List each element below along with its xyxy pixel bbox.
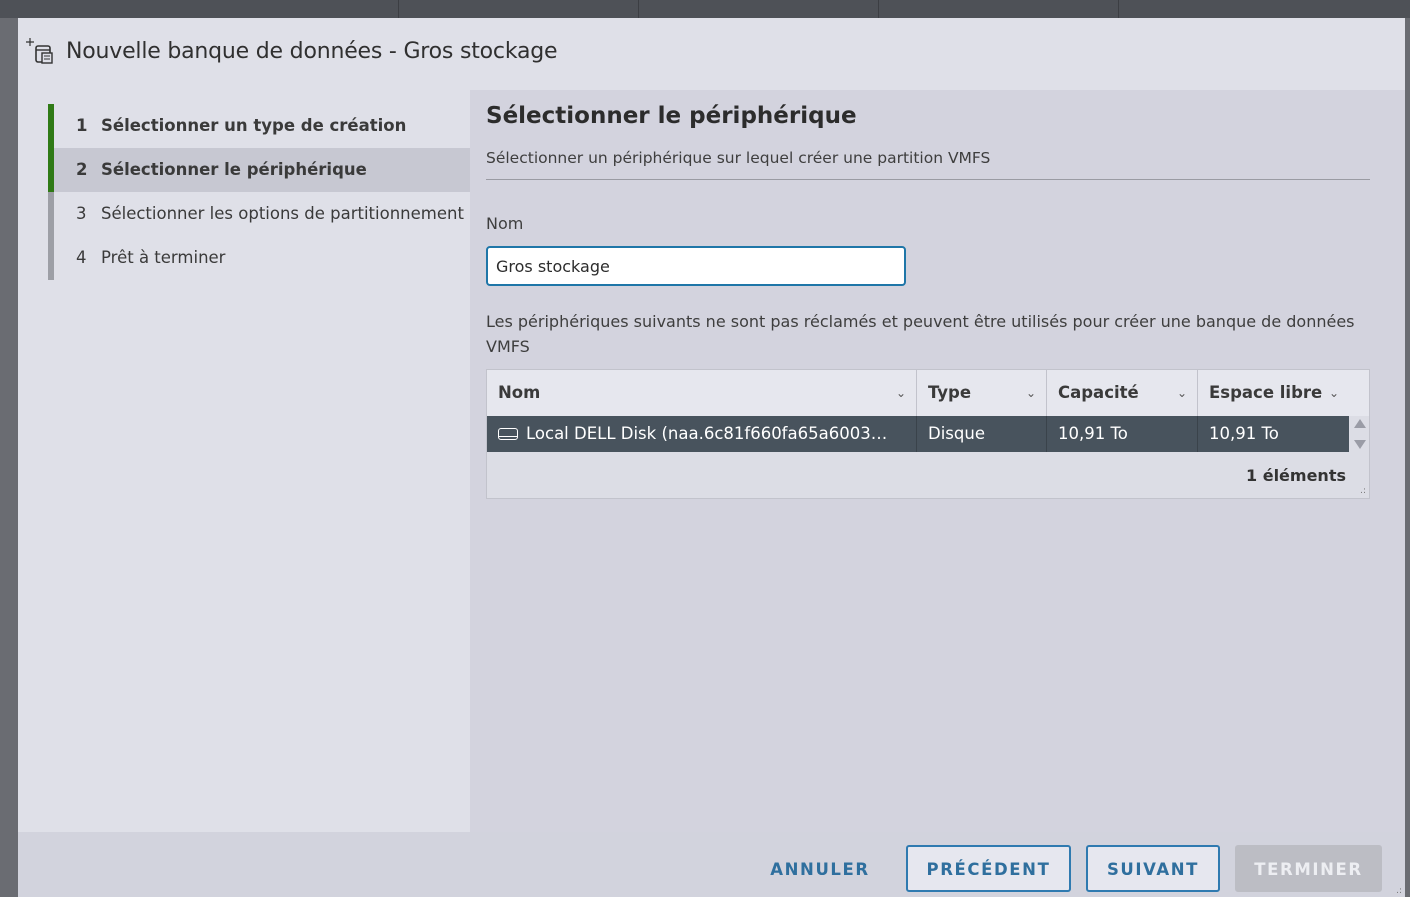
- column-header-nom[interactable]: Nom ⌄: [487, 370, 917, 416]
- cell-nom: Local DELL Disk (naa.6c81f660fa65a6003…: [487, 416, 917, 452]
- new-datastore-icon: [26, 38, 53, 64]
- item-count: 1 éléments: [1246, 466, 1346, 485]
- background-app-bar: [0, 0, 1410, 18]
- datastore-name-input[interactable]: [486, 246, 906, 286]
- step-1[interactable]: 1 Sélectionner un type de création: [48, 104, 470, 148]
- step-label: Sélectionner les options de partitionnem…: [101, 204, 464, 223]
- chevron-down-icon[interactable]: ⌄: [1177, 370, 1187, 416]
- step-number: 4: [76, 248, 87, 267]
- cell-capacite: 10,91 To: [1047, 416, 1198, 452]
- table-row[interactable]: Local DELL Disk (naa.6c81f660fa65a6003… …: [487, 416, 1349, 452]
- step-number: 2: [76, 160, 88, 179]
- resize-grip-icon[interactable]: .:: [1360, 487, 1366, 496]
- scroll-down-arrow-icon[interactable]: [1354, 440, 1366, 449]
- new-datastore-dialog: Nouvelle banque de données - Gros stocka…: [18, 18, 1405, 897]
- page-subtitle: Sélectionner un périphérique sur lequel …: [486, 149, 991, 167]
- step-4: 4 Prêt à terminer: [48, 236, 470, 280]
- finish-button: TERMINER: [1235, 845, 1382, 892]
- dialog-resize-grip-icon[interactable]: .:: [1396, 887, 1402, 896]
- divider: [486, 179, 1370, 180]
- cell-espace-libre: 10,91 To: [1209, 424, 1279, 443]
- dialog-footer: ANNULER PRÉCÉDENT SUIVANT TERMINER .:: [18, 832, 1405, 897]
- wizard-content: Sélectionner le périphérique Sélectionne…: [470, 90, 1405, 832]
- step-2[interactable]: 2 Sélectionner le périphérique: [48, 148, 470, 192]
- chevron-down-icon[interactable]: ⌄: [1329, 370, 1339, 416]
- column-header-capacite[interactable]: Capacité ⌄: [1047, 370, 1198, 416]
- cancel-button[interactable]: ANNULER: [756, 845, 884, 892]
- devices-description: Les périphériques suivants ne sont pas r…: [486, 312, 1355, 356]
- step-label: Sélectionner le périphérique: [101, 160, 367, 179]
- chevron-down-icon[interactable]: ⌄: [1026, 370, 1036, 416]
- wizard-steps: 1 Sélectionner un type de création 2 Sélec…: [18, 90, 470, 832]
- page-title: Sélectionner le périphérique: [486, 103, 857, 129]
- next-button[interactable]: SUIVANT: [1086, 845, 1220, 892]
- devices-table: Nom ⌄ Type ⌄ Capacité ⌄ Espace libre ⌄ Local…: [486, 369, 1370, 499]
- cell-type: Disque: [917, 416, 1047, 452]
- dialog-title-bar: Nouvelle banque de données - Gros stocka…: [18, 18, 1405, 90]
- table-header: Nom ⌄ Type ⌄ Capacité ⌄ Espace libre ⌄: [487, 370, 1369, 417]
- step-label: Prêt à terminer: [101, 248, 226, 267]
- column-header-espace-libre[interactable]: Espace libre ⌄: [1198, 370, 1369, 416]
- dialog-title: Nouvelle banque de données - Gros stocka…: [66, 39, 558, 64]
- scroll-up-arrow-icon[interactable]: [1354, 419, 1366, 428]
- column-header-type[interactable]: Type ⌄: [917, 370, 1047, 416]
- step-number: 3: [76, 204, 87, 223]
- name-label: Nom: [486, 214, 524, 233]
- chevron-down-icon[interactable]: ⌄: [896, 370, 906, 416]
- previous-button[interactable]: PRÉCÉDENT: [906, 845, 1071, 892]
- step-number: 1: [76, 116, 88, 135]
- step-label: Sélectionner un type de création: [101, 116, 407, 135]
- disk-icon: [498, 428, 518, 440]
- step-3: 3 Sélectionner les options de partitionne…: [48, 192, 470, 236]
- table-scrollbar[interactable]: [1349, 416, 1369, 452]
